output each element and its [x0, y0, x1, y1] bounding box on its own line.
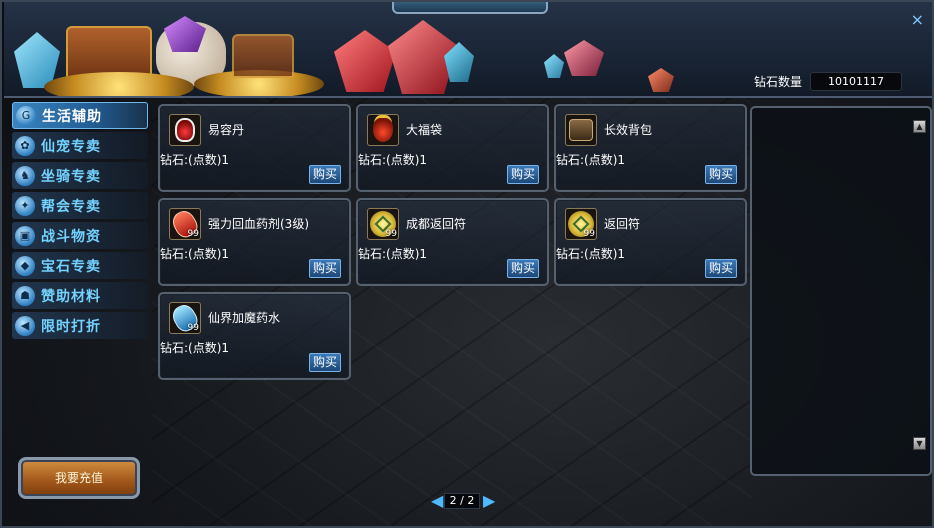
product-name: 长效背包 — [604, 123, 653, 137]
megaphone-icon: ◀ — [15, 315, 35, 336]
product-card: 长效背包 钻石:(点数)1 购买 — [554, 104, 747, 192]
red-crystal-decoration — [648, 68, 674, 92]
guild-icon: ✦ — [15, 195, 35, 216]
product-price: 钻石:(点数)1 — [160, 247, 230, 261]
product-quantity: 99 — [187, 229, 199, 239]
treasure-chest-decoration — [232, 34, 294, 78]
buy-button[interactable]: 购买 — [309, 165, 341, 184]
prev-page-button[interactable]: ◀ — [431, 492, 443, 510]
product-slot[interactable]: 99 — [565, 208, 597, 240]
gold-coins-decoration — [44, 72, 194, 96]
sidebar-item-label: 生活辅助 — [42, 108, 102, 125]
close-icon[interactable]: × — [911, 12, 924, 28]
product-slot[interactable] — [169, 114, 201, 146]
sidebar-item-mount-shop[interactable]: ♞ 坐骑专卖 — [12, 162, 148, 189]
product-name: 仙界加魔药水 — [208, 311, 281, 325]
red-crystal-decoration — [564, 40, 604, 76]
product-card: 99 成都返回符 钻石:(点数)1 购买 — [356, 198, 549, 286]
product-quantity: 99 — [583, 229, 595, 239]
sidebar-item-label: 坐骑专卖 — [41, 168, 101, 185]
crystal-decoration — [544, 54, 564, 78]
red-potion-icon — [175, 118, 195, 142]
category-sidebar: G 生活辅助 ✿ 仙宠专卖 ♞ 坐骑专卖 ✦ 帮会专卖 ▣ 战斗物资 ◆ 宝石专… — [12, 102, 148, 342]
sidebar-item-life-assist[interactable]: G 生活辅助 — [12, 102, 148, 129]
product-price: 钻石:(点数)1 — [160, 341, 230, 355]
recharge-button[interactable]: 我要充值 — [18, 457, 140, 499]
sidebar-item-label: 仙宠专卖 — [41, 138, 101, 155]
buy-button[interactable]: 购买 — [507, 165, 539, 184]
product-price: 钻石:(点数)1 — [556, 247, 626, 261]
buy-button[interactable]: 购买 — [705, 165, 737, 184]
mount-icon: ♞ — [15, 165, 35, 186]
product-quantity: 99 — [385, 229, 397, 239]
product-name: 成都返回符 — [406, 217, 467, 231]
sidebar-item-sponsor-materials[interactable]: ☗ 赞助材料 — [12, 282, 148, 309]
pagination: ◀ 2 / 2 ▶ — [431, 492, 495, 510]
buy-button[interactable]: 购买 — [309, 353, 341, 372]
product-slot[interactable] — [565, 114, 597, 146]
lucky-bag-icon — [373, 118, 393, 142]
product-name: 返回符 — [604, 217, 641, 231]
scroll-up-button[interactable]: ▲ — [913, 120, 926, 133]
sidebar-item-limited-discount[interactable]: ◀ 限时打折 — [12, 312, 148, 339]
sidebar-item-label: 宝石专卖 — [41, 258, 101, 275]
product-price: 钻石:(点数)1 — [358, 247, 428, 261]
product-name: 易容丹 — [208, 123, 245, 137]
red-crystal-decoration — [334, 30, 396, 92]
product-name: 大福袋 — [406, 123, 443, 137]
backpack-icon — [569, 119, 593, 141]
diamond-count-label: 钻石数量 — [754, 75, 803, 89]
product-card: 99 仙界加魔药水 钻石:(点数)1 购买 — [158, 292, 351, 380]
product-slot[interactable]: 99 — [367, 208, 399, 240]
sidebar-item-gem-shop[interactable]: ◆ 宝石专卖 — [12, 252, 148, 279]
sidebar-item-label: 战斗物资 — [41, 228, 101, 245]
shop-window: × 钻石数量 10101117 G 生活辅助 ✿ 仙宠专卖 ♞ 坐骑专卖 ✦ 帮… — [0, 0, 934, 528]
sidebar-item-guild-shop[interactable]: ✦ 帮会专卖 — [12, 192, 148, 219]
buy-button[interactable]: 购买 — [705, 259, 737, 278]
product-name: 强力回血药剂(3级) — [208, 217, 309, 231]
buy-button[interactable]: 购买 — [507, 259, 539, 278]
scroll-down-button[interactable]: ▼ — [913, 437, 926, 450]
sidebar-item-label: 赞助材料 — [41, 288, 101, 305]
product-card: 大福袋 钻石:(点数)1 购买 — [356, 104, 549, 192]
product-price: 钻石:(点数)1 — [556, 153, 626, 167]
product-card: 99 强力回血药剂(3级) 钻石:(点数)1 购买 — [158, 198, 351, 286]
product-slot[interactable]: 99 — [169, 302, 201, 334]
product-quantity: 99 — [187, 323, 199, 333]
product-slot[interactable] — [367, 114, 399, 146]
item-detail-panel: ▲ ▼ — [750, 106, 932, 476]
product-price: 钻石:(点数)1 — [160, 153, 230, 167]
life-assist-icon: G — [16, 105, 36, 126]
product-card: 99 返回符 钻石:(点数)1 购买 — [554, 198, 747, 286]
paw-icon: ✿ — [15, 135, 35, 156]
buy-button[interactable]: 购买 — [309, 259, 341, 278]
sidebar-item-label: 帮会专卖 — [41, 198, 101, 215]
product-price: 钻石:(点数)1 — [358, 153, 428, 167]
shop-banner: × 钻石数量 10101117 — [4, 2, 932, 98]
supply-box-icon: ▣ — [15, 225, 35, 246]
next-page-button[interactable]: ▶ — [483, 492, 495, 510]
sidebar-item-battle-supplies[interactable]: ▣ 战斗物资 — [12, 222, 148, 249]
sidebar-item-pet-shop[interactable]: ✿ 仙宠专卖 — [12, 132, 148, 159]
diamond-count-value: 10101117 — [810, 72, 902, 91]
sidebar-item-label: 限时打折 — [41, 318, 101, 335]
product-card: 易容丹 钻石:(点数)1 购买 — [158, 104, 351, 192]
product-slot[interactable]: 99 — [169, 208, 201, 240]
sponsor-icon: ☗ — [15, 285, 35, 306]
title-plate — [392, 2, 548, 14]
page-indicator: 2 / 2 — [444, 493, 480, 509]
gem-icon: ◆ — [15, 255, 35, 276]
